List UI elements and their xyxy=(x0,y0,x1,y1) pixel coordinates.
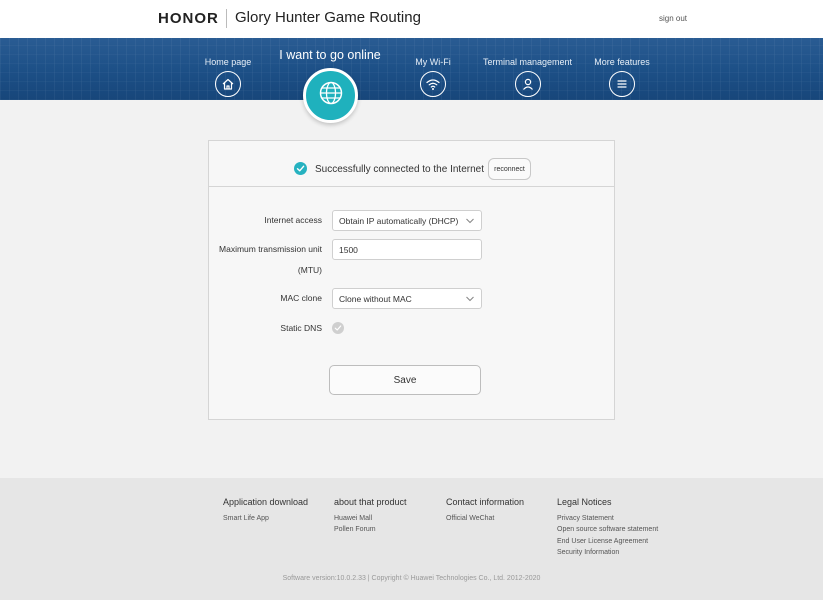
mac-clone-value: Clone without MAC xyxy=(339,293,412,304)
internet-access-label: Internet access xyxy=(264,215,322,225)
menu-icon xyxy=(609,71,635,97)
check-icon xyxy=(334,319,342,337)
footer-column-title: Application download xyxy=(223,497,309,507)
footer: Application download Smart Life App abou… xyxy=(0,478,823,600)
nav-item-label: Home page xyxy=(204,57,252,67)
footer-link[interactable]: Smart Life App xyxy=(223,513,308,524)
wifi-icon xyxy=(420,71,446,97)
app-title: Glory Hunter Game Routing xyxy=(235,9,421,26)
mtu-input[interactable]: 1500 xyxy=(332,239,482,260)
internet-access-value: Obtain IP automatically (DHCP) xyxy=(339,215,459,226)
footer-column-legal: Legal Notices Privacy Statement Open sou… xyxy=(557,497,658,558)
footer-link[interactable]: Open source software statement xyxy=(557,524,658,535)
chevron-down-icon xyxy=(465,294,475,306)
footer-link[interactable]: Privacy Statement xyxy=(557,513,658,524)
user-icon xyxy=(514,71,541,97)
nav-item-home[interactable]: Home page xyxy=(198,38,258,97)
footer-link[interactable]: Pollen Forum xyxy=(334,524,407,535)
save-button[interactable]: Save xyxy=(329,365,481,395)
mtu-label-unit: (MTU) xyxy=(297,265,322,275)
nav-item-wifi[interactable]: My Wi-Fi xyxy=(405,38,461,97)
connection-status-bar: Successfully connected to the Internet r… xyxy=(209,141,614,187)
nav-item-label: Terminal management xyxy=(482,57,573,67)
mac-clone-label: MAC clone xyxy=(280,293,322,303)
nav-item-label: My Wi-Fi xyxy=(415,57,451,67)
internet-access-select[interactable]: Obtain IP automatically (DHCP) xyxy=(332,210,482,231)
static-dns-checkbox[interactable] xyxy=(332,322,344,334)
connection-status-text: Successfully connected to the Internet xyxy=(315,164,484,175)
footer-column-about-product: about that product Huawei Mall Pollen Fo… xyxy=(334,497,407,536)
footer-link[interactable]: End User License Agreement xyxy=(557,536,658,547)
internet-settings-card: Successfully connected to the Internet r… xyxy=(208,140,615,420)
brand-logo: HONOR xyxy=(158,10,219,27)
mac-clone-select[interactable]: Clone without MAC xyxy=(332,288,482,309)
footer-column-contact: Contact information Official WeChat xyxy=(446,497,524,524)
footer-link[interactable]: Security Information xyxy=(557,547,658,558)
sign-out-link[interactable]: sign out xyxy=(659,14,687,23)
brand-divider xyxy=(226,9,227,28)
reconnect-button[interactable]: reconnect xyxy=(488,158,531,180)
main-nav: Home page My Wi-Fi Terminal management M… xyxy=(0,38,823,100)
footer-column-title: Legal Notices xyxy=(557,497,612,507)
nav-item-online[interactable] xyxy=(303,68,358,123)
static-dns-label: Static DNS xyxy=(280,323,322,333)
nav-item-terminal-management[interactable]: Terminal management xyxy=(480,38,575,97)
copyright-text: Software version:10.0.2.33 | Copyright ©… xyxy=(282,575,541,582)
home-icon xyxy=(215,71,241,97)
mtu-label: Maximum transmission unit xyxy=(219,244,322,254)
footer-link[interactable]: Official WeChat xyxy=(446,513,524,524)
nav-item-more-features[interactable]: More features xyxy=(590,38,654,97)
check-icon xyxy=(294,162,307,175)
nav-item-online-label[interactable]: I want to go online xyxy=(266,48,394,62)
top-bar: HONOR Glory Hunter Game Routing sign out xyxy=(0,0,823,38)
chevron-down-icon xyxy=(465,216,475,228)
footer-column-title: Contact information xyxy=(446,497,525,507)
globe-icon xyxy=(318,80,344,111)
footer-column-app-download: Application download Smart Life App xyxy=(223,497,308,524)
nav-item-label: More features xyxy=(594,57,650,67)
footer-column-title: about that product xyxy=(334,497,407,507)
footer-link[interactable]: Huawei Mall xyxy=(334,513,407,524)
mtu-value: 1500 xyxy=(339,244,358,255)
